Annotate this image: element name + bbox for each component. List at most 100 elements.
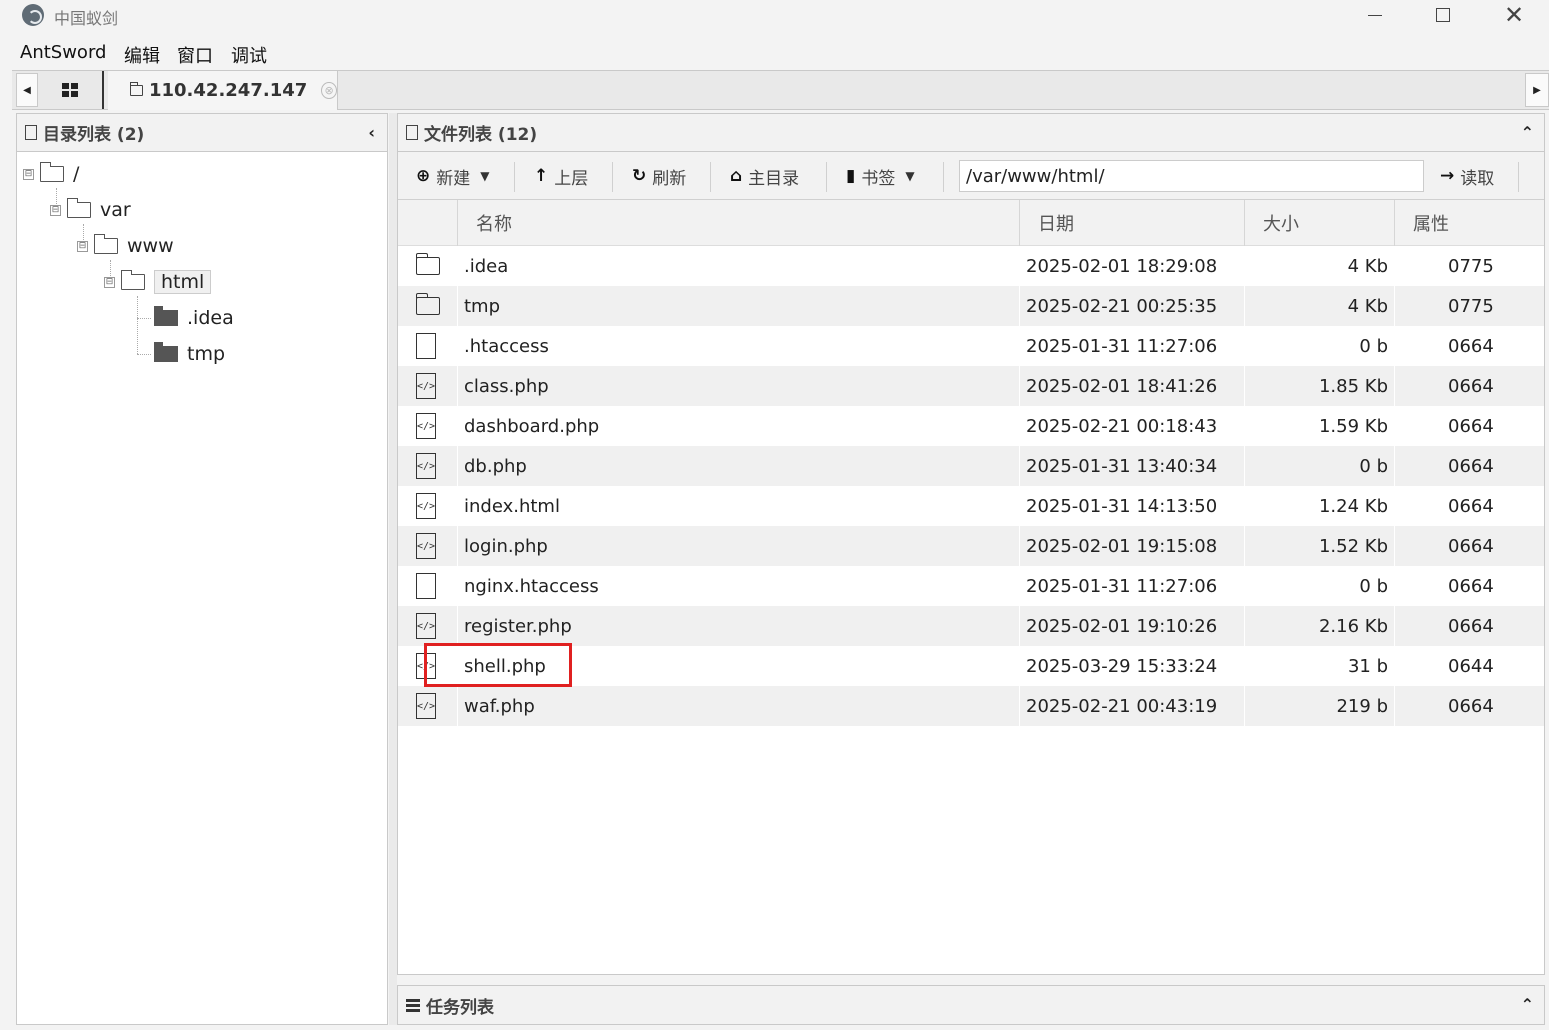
- tab-close-icon[interactable]: ⊗: [321, 82, 337, 99]
- new-label: 新建: [436, 168, 471, 189]
- minimize-button[interactable]: [1345, 0, 1405, 30]
- highlight-box: [424, 643, 572, 687]
- code-file-icon: </>: [416, 613, 436, 639]
- table-row[interactable]: </> db.php 2025-01-31 13:40:34 0 b 0664: [398, 446, 1544, 486]
- title-bar: 中国蚁剑 ✕: [0, 0, 1549, 34]
- file-name: register.php: [464, 615, 572, 637]
- tab-home-grid[interactable]: [38, 71, 104, 109]
- table-row[interactable]: </> login.php 2025-02-01 19:15:08 1.52 Kb 06…: [398, 526, 1544, 566]
- tab-scroll-right-button[interactable]: ▶: [1525, 73, 1549, 107]
- code-file-icon: </>: [416, 693, 436, 719]
- file-date: 2025-01-31 14:13:50: [1026, 495, 1218, 517]
- arrow-right-icon: →: [1440, 166, 1455, 186]
- table-row[interactable]: nginx.htaccess 2025-01-31 11:27:06 0 b 0664: [398, 566, 1544, 606]
- file-list-panel-header: 文件列表 (12) ⌃: [398, 114, 1544, 152]
- menu-antsword[interactable]: AntSword: [20, 42, 106, 63]
- chevron-up-icon[interactable]: ⌃: [1521, 995, 1534, 1014]
- tree-label: /: [73, 163, 80, 185]
- collapse-toggle-icon[interactable]: ⊟: [50, 204, 61, 216]
- file-size: 1.85 Kb: [1318, 375, 1388, 397]
- file-icon: [416, 333, 436, 359]
- collapse-toggle-icon[interactable]: ⊟: [23, 168, 34, 180]
- file-type-icon-cell: </>: [416, 406, 440, 446]
- collapse-toggle-icon[interactable]: ⊟: [104, 276, 115, 288]
- read-path-button[interactable]: → 读取: [1440, 162, 1494, 190]
- tab-scroll-left-button[interactable]: ◀: [16, 73, 38, 107]
- file-type-icon-cell: </>: [416, 446, 440, 486]
- home-directory-button[interactable]: ⌂ 主目录: [730, 162, 799, 190]
- file-name: tmp: [464, 295, 501, 317]
- code-file-icon: </>: [416, 533, 436, 559]
- table-row[interactable]: </> class.php 2025-02-01 18:41:26 1.85 Kb 06…: [398, 366, 1544, 406]
- up-level-button[interactable]: ↑ 上层: [534, 162, 588, 190]
- file-table-header: 名称 日期 大小 属性: [398, 200, 1544, 246]
- tree-node-tmp[interactable]: tmp: [154, 340, 225, 368]
- panel-splitter[interactable]: [389, 113, 397, 1025]
- column-attributes[interactable]: 属性: [1394, 200, 1544, 246]
- tab-shell-session[interactable]: 110.42.247.147 ⊗: [108, 71, 338, 110]
- file-size: 1.24 Kb: [1318, 495, 1388, 517]
- table-row[interactable]: </> index.html 2025-01-31 14:13:50 1.24 Kb 0…: [398, 486, 1544, 526]
- file-type-icon-cell: </>: [416, 526, 440, 566]
- home-label: 主目录: [748, 168, 800, 189]
- file-type-icon-cell: [416, 566, 440, 606]
- menu-window[interactable]: 窗口: [177, 42, 213, 68]
- close-window-button[interactable]: ✕: [1484, 0, 1544, 30]
- new-button[interactable]: ⊕ 新建 ▼: [416, 162, 489, 190]
- file-permissions: 0664: [1448, 455, 1494, 477]
- menu-edit[interactable]: 编辑: [124, 42, 160, 68]
- table-row[interactable]: </> dashboard.php 2025-02-21 00:18:43 1.59 …: [398, 406, 1544, 446]
- antsword-logo-icon: [22, 4, 44, 26]
- maximize-button[interactable]: [1413, 0, 1473, 30]
- folder-icon: [130, 82, 143, 96]
- table-row[interactable]: </> register.php 2025-02-01 19:10:26 2.16 K…: [398, 606, 1544, 646]
- file-permissions: 0664: [1448, 695, 1494, 717]
- file-type-icon-cell: </>: [416, 366, 440, 406]
- file-permissions: 0664: [1448, 415, 1494, 437]
- column-size[interactable]: 大小: [1244, 200, 1394, 246]
- file-permissions: 0664: [1448, 535, 1494, 557]
- tree-node-root[interactable]: ⊟ /: [23, 160, 79, 188]
- collapse-left-icon[interactable]: ‹: [368, 123, 375, 142]
- tree-node-var[interactable]: ⊟ var: [50, 196, 131, 224]
- file-date: 2025-02-21 00:25:35: [1026, 295, 1218, 317]
- folder-icon: [154, 306, 178, 326]
- file-size: 0 b: [1359, 335, 1388, 357]
- chevron-up-icon[interactable]: ⌃: [1521, 123, 1534, 142]
- tree-label: html: [154, 270, 212, 294]
- bookmark-button[interactable]: ▮ 书签 ▼: [846, 162, 915, 190]
- window-title: 中国蚁剑: [54, 9, 119, 28]
- tree-node-html[interactable]: ⊟ html: [104, 268, 212, 296]
- tab-bar: ◀ 110.42.247.147 ⊗ ▶: [12, 70, 1549, 110]
- tree-node-idea[interactable]: .idea: [154, 304, 234, 332]
- caret-down-icon: ▼: [480, 169, 490, 183]
- task-list-title: 任务列表: [426, 997, 494, 1018]
- code-file-icon: </>: [416, 453, 436, 479]
- table-row[interactable]: .htaccess 2025-01-31 11:27:06 0 b 0664: [398, 326, 1544, 366]
- file-icon: [25, 125, 37, 140]
- read-label: 读取: [1460, 168, 1495, 189]
- collapse-toggle-icon[interactable]: ⊟: [77, 240, 88, 252]
- folder-icon: [40, 162, 64, 182]
- tree-node-www[interactable]: ⊟ www: [77, 232, 174, 260]
- file-date: 2025-02-21 00:18:43: [1026, 415, 1218, 437]
- refresh-button[interactable]: ↻ 刷新: [632, 162, 686, 190]
- file-permissions: 0664: [1448, 375, 1494, 397]
- table-row[interactable]: .idea 2025-02-01 18:29:08 4 Kb 0775: [398, 246, 1544, 286]
- file-permissions: 0664: [1448, 575, 1494, 597]
- column-date[interactable]: 日期: [1019, 200, 1244, 246]
- column-name[interactable]: 名称: [457, 200, 1019, 246]
- menu-debug[interactable]: 调试: [231, 42, 267, 68]
- path-input[interactable]: [959, 160, 1424, 192]
- file-date: 2025-02-01 19:15:08: [1026, 535, 1218, 557]
- directory-tree: ⊟ / ⊟ var ⊟ www ⊟ html .idea tmp: [17, 152, 387, 1022]
- table-row[interactable]: </> waf.php 2025-02-21 00:43:19 219 b 0664: [398, 686, 1544, 726]
- table-row[interactable]: tmp 2025-02-21 00:25:35 4 Kb 0775: [398, 286, 1544, 326]
- file-date: 2025-02-01 19:10:26: [1026, 615, 1218, 637]
- file-name: .htaccess: [464, 335, 549, 357]
- file-size: 0 b: [1359, 575, 1388, 597]
- menu-bar: AntSword 编辑 窗口 调试: [12, 36, 1549, 70]
- caret-down-icon: ▼: [905, 169, 915, 183]
- bookmark-icon: ▮: [846, 166, 856, 186]
- file-toolbar: ⊕ 新建 ▼ ↑ 上层 ↻ 刷新 ⌂ 主目录 ▮ 书签 ▼ → 读取: [398, 152, 1544, 200]
